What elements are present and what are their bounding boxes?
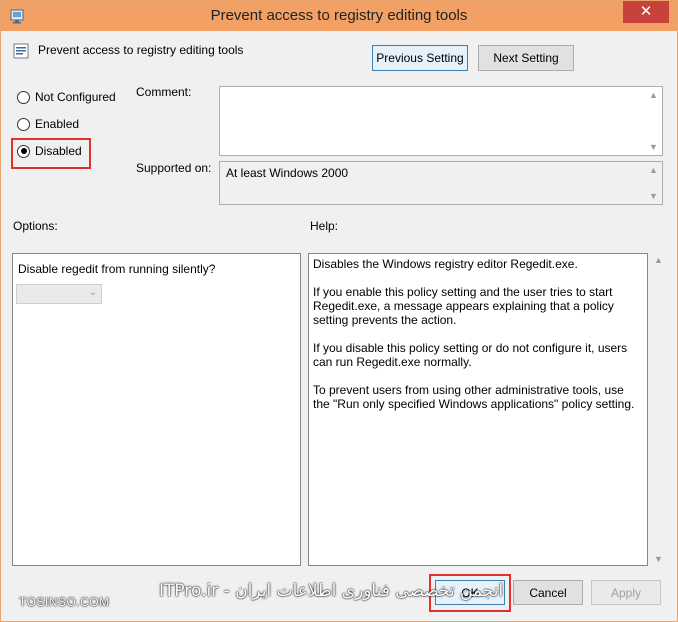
radio-circle[interactable] — [17, 117, 30, 131]
options-label: Options: — [13, 219, 58, 233]
radio-label: Not Configured — [35, 90, 116, 104]
help-paragraph: To prevent users from using other admini… — [313, 383, 635, 411]
apply-button[interactable]: Apply — [591, 580, 661, 605]
options-prompt: Disable regedit from running silently? — [18, 262, 216, 276]
help-label: Help: — [310, 219, 339, 233]
supported-on-label: Supported on: — [136, 161, 212, 175]
help-paragraph: If you enable this policy setting and th… — [313, 285, 614, 327]
close-icon: ✕ — [639, 3, 653, 20]
scroll-up-icon[interactable]: ▲ — [645, 162, 662, 178]
radio-circle[interactable] — [17, 90, 30, 104]
scroll-up-icon[interactable]: ▲ — [645, 87, 662, 103]
radio-enabled[interactable]: Enabled — [17, 116, 79, 132]
watermark-center: انجمن تخصصی فناوری اطلاعات ایران - ITPro… — [159, 581, 504, 601]
help-scrollbar[interactable]: ▲ ▼ — [650, 253, 667, 566]
help-panel: Disables the Windows registry editor Reg… — [308, 253, 648, 566]
policy-dialog: Prevent access to registry editing tools… — [0, 0, 678, 622]
disabled-highlight-box — [11, 138, 91, 169]
help-paragraph: If you disable this policy setting or do… — [313, 341, 628, 369]
scroll-up-icon[interactable]: ▲ — [650, 255, 667, 265]
regedit-silent-dropdown[interactable]: ⌄ — [16, 284, 102, 304]
comment-scrollbar[interactable]: ▲ ▼ — [645, 87, 662, 155]
previous-setting-button[interactable]: Previous Setting — [372, 45, 468, 71]
comment-label: Comment: — [136, 85, 192, 99]
radio-label: Enabled — [35, 117, 80, 131]
next-setting-button[interactable]: Next Setting — [478, 45, 574, 71]
cancel-button[interactable]: Cancel — [513, 580, 583, 605]
watermark-left: TOSINSO.COM — [19, 595, 110, 609]
supported-on-field: At least Windows 2000 ▲ ▼ — [219, 161, 663, 205]
window-title: Prevent access to registry editing tools — [210, 7, 468, 24]
supported-on-value: At least Windows 2000 — [226, 166, 349, 180]
comment-textarea[interactable]: ▲ ▼ — [219, 86, 663, 156]
policy-setting-icon — [13, 43, 29, 59]
close-button[interactable]: ✕ — [623, 1, 669, 23]
chevron-down-icon: ⌄ — [88, 287, 97, 298]
policy-name: Prevent access to registry editing tools — [38, 43, 244, 57]
title-bar[interactable]: Prevent access to registry editing tools… — [1, 1, 677, 31]
supported-scrollbar[interactable]: ▲ ▼ — [645, 162, 662, 204]
help-paragraph: Disables the Windows registry editor Reg… — [313, 257, 578, 271]
scroll-down-icon[interactable]: ▼ — [645, 188, 662, 204]
scroll-down-icon[interactable]: ▼ — [650, 554, 667, 564]
scroll-down-icon[interactable]: ▼ — [645, 139, 662, 155]
radio-not-configured[interactable]: Not Configured — [17, 89, 116, 105]
